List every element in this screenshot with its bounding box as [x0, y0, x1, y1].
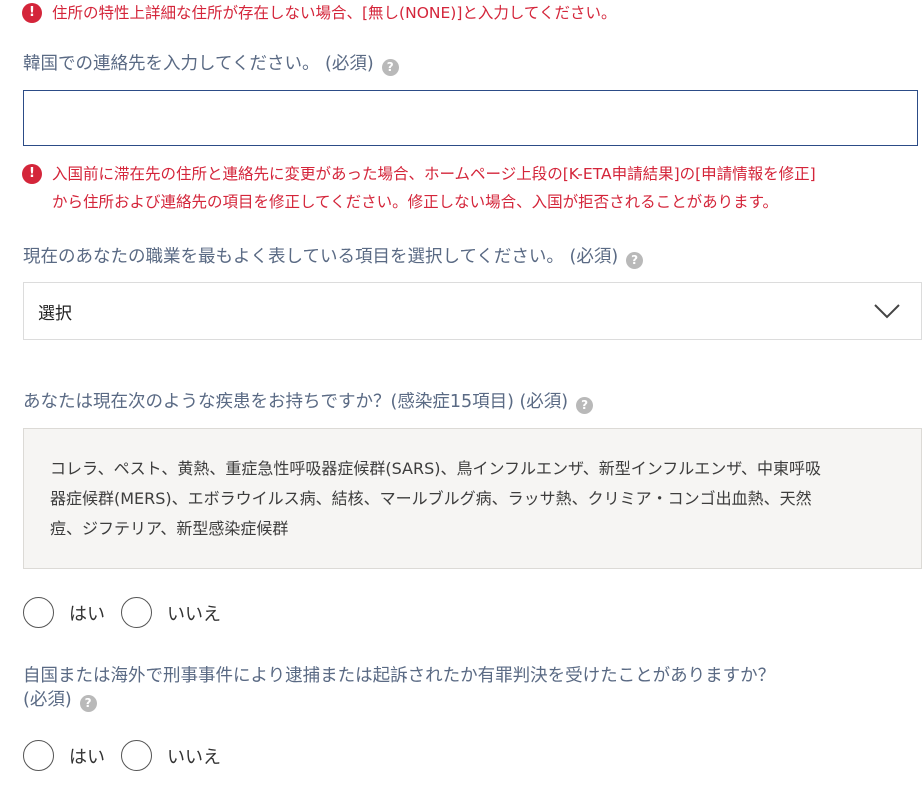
select-value: 選択 — [38, 303, 72, 324]
question-circle-icon[interactable]: ? — [626, 251, 644, 269]
radio-button-no[interactable] — [121, 740, 152, 771]
question-circle-icon[interactable]: ? — [576, 396, 594, 414]
occupation-label-text: 現在のあなたの職業を最もよく表している項目を選択してください。 (必須) — [23, 247, 619, 267]
notice-text-line: から住所および連絡先の項目を修正してください。修正しない場合、入国が拒否されるこ… — [52, 193, 779, 211]
occupation-select[interactable]: 選択 — [23, 282, 922, 340]
radio-button-no[interactable] — [121, 597, 152, 628]
radio-button-yes[interactable] — [23, 597, 54, 628]
notice-text: 住所の特性上詳細な住所が存在しない場合、[無し(NONE)]と入力してください。 — [52, 4, 617, 22]
radio-label-yes: はい — [69, 746, 105, 768]
disease-list-line: 痘、ジフテリア、新型感染症候群 — [50, 519, 289, 538]
disease-list-line: 器症候群(MERS)、エボラウイルス病、結核、マールブルグ病、ラッサ熱、クリミア… — [50, 489, 812, 508]
notice-change-warning: ! 入国前に滞在先の住所と連絡先に変更があった場合、ホームページ上段の[K-ET… — [22, 160, 816, 216]
exclamation-circle-icon: ! — [22, 164, 42, 184]
criminal-radio-group: はい いいえ — [23, 740, 237, 771]
radio-label-no: いいえ — [167, 603, 221, 625]
disease-list-box: コレラ、ペスト、黄熱、重症急性呼吸器症候群(SARS)、鳥インフルエンザ、新型イ… — [23, 428, 922, 569]
disease-label: あなたは現在次のような疾患をお持ちですか？(感染症15項目) (必須)? — [23, 390, 594, 414]
exclamation-circle-icon: ! — [22, 3, 42, 23]
disease-label-text: あなたは現在次のような疾患をお持ちですか？(感染症15項目) (必須) — [23, 392, 569, 412]
notice-no-address: ! 住所の特性上詳細な住所が存在しない場合、[無し(NONE)]と入力してくださ… — [22, 0, 616, 27]
criminal-yes-option[interactable]: はい — [23, 740, 105, 771]
contact-label-text: 韓国での連絡先を入力してください。 (必須) — [23, 54, 374, 74]
question-circle-icon[interactable]: ? — [381, 58, 399, 76]
chevron-down-icon — [874, 304, 900, 319]
criminal-no-option[interactable]: いいえ — [121, 740, 221, 771]
contact-input[interactable] — [23, 90, 918, 146]
criminal-label: 自国または海外で刑事事件により逮捕または起訴されたか有罪判決を受けたことがありま… — [23, 664, 775, 712]
disease-radio-group: はい いいえ — [23, 597, 237, 628]
disease-no-option[interactable]: いいえ — [121, 597, 221, 628]
disease-yes-option[interactable]: はい — [23, 597, 105, 628]
criminal-label-line: 自国または海外で刑事事件により逮捕または起訴されたか有罪判決を受けたことがありま… — [23, 666, 776, 686]
occupation-label: 現在のあなたの職業を最もよく表している項目を選択してください。 (必須)? — [23, 245, 644, 269]
radio-button-yes[interactable] — [23, 740, 54, 771]
contact-label: 韓国での連絡先を入力してください。 (必須)? — [23, 52, 399, 76]
question-circle-icon[interactable]: ? — [79, 694, 97, 712]
criminal-label-required: (必須) — [23, 690, 72, 710]
disease-list-line: コレラ、ペスト、黄熱、重症急性呼吸器症候群(SARS)、鳥インフルエンザ、新型イ… — [50, 459, 821, 478]
radio-label-yes: はい — [69, 603, 105, 625]
notice-text-line: 入国前に滞在先の住所と連絡先に変更があった場合、ホームページ上段の[K-ETA申… — [52, 165, 816, 183]
radio-label-no: いいえ — [167, 746, 221, 768]
